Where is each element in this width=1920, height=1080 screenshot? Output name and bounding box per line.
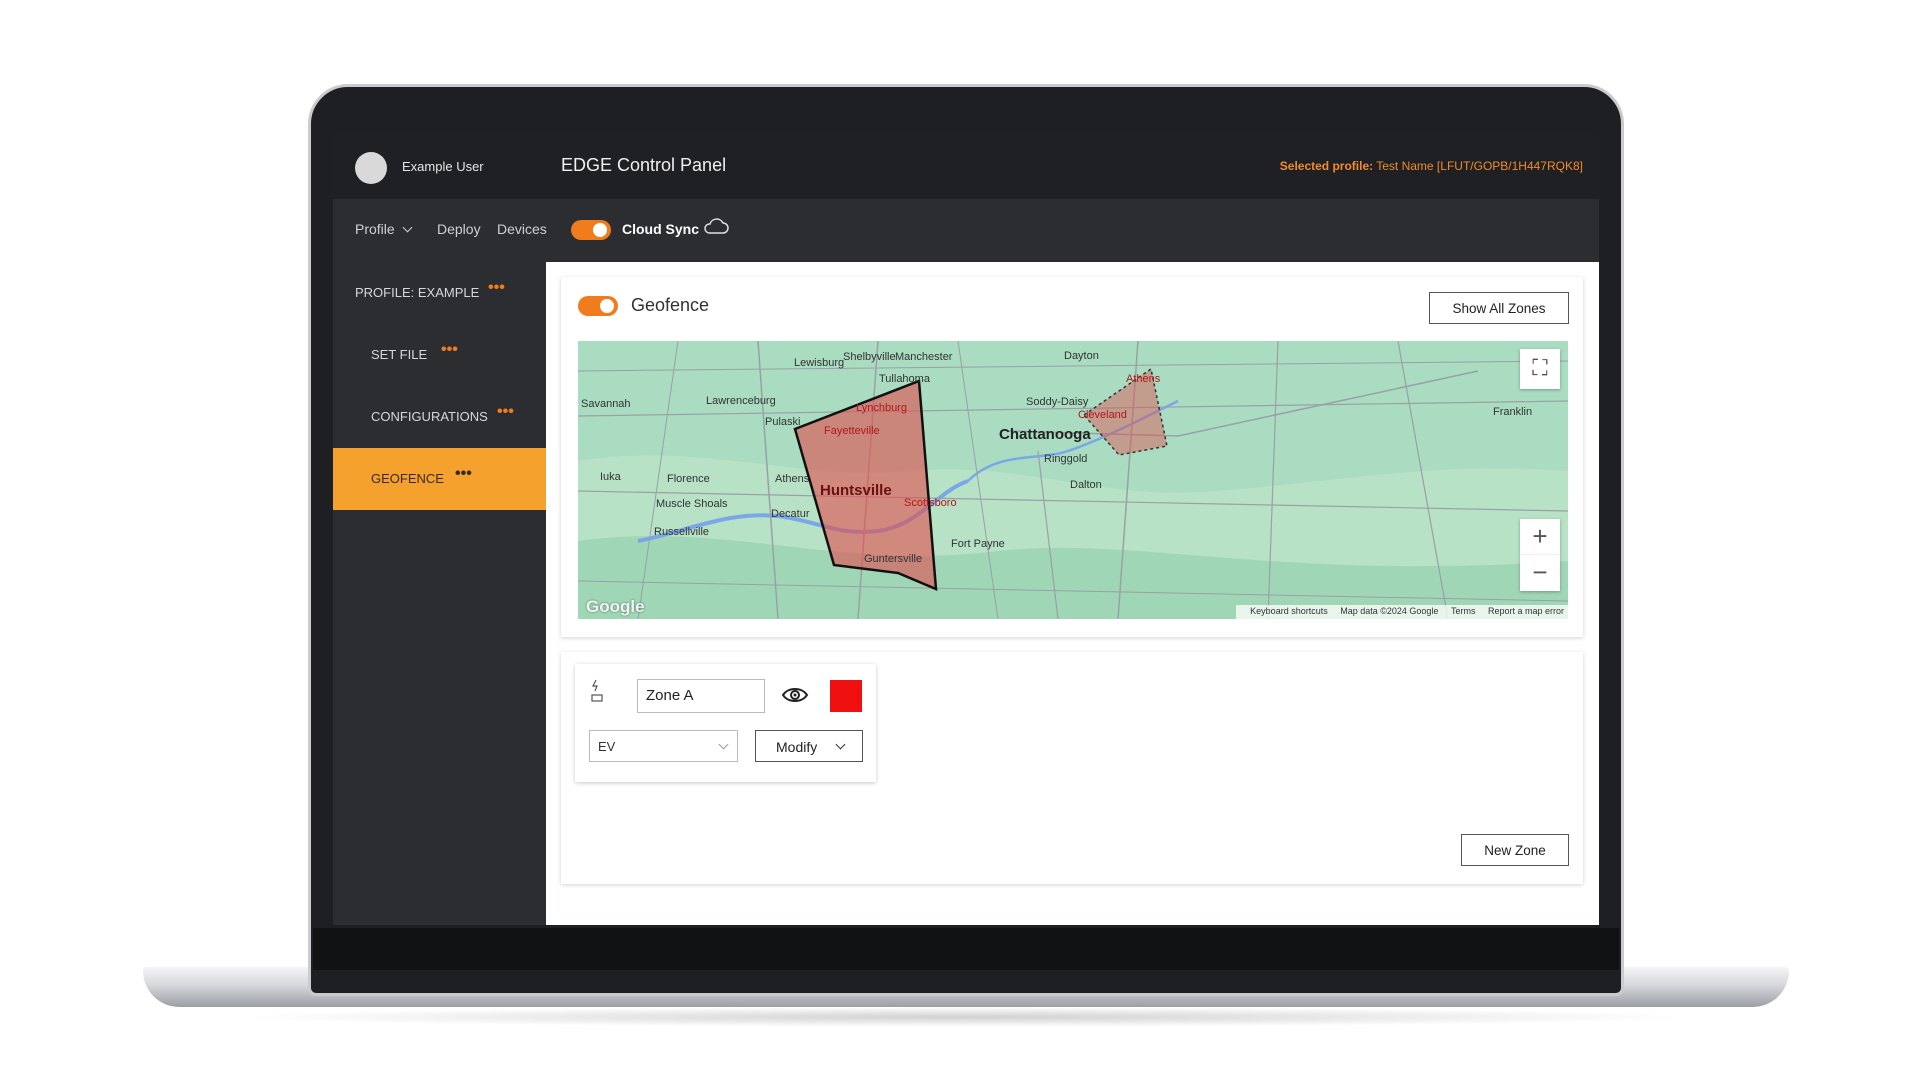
map-label: Florence xyxy=(667,473,710,485)
zone-type-select[interactable]: EV xyxy=(589,730,738,762)
nav-deploy[interactable]: Deploy xyxy=(437,221,481,237)
map-label: Ringgold xyxy=(1044,453,1088,465)
toggle-knob xyxy=(593,223,607,237)
modify-button[interactable]: Modify xyxy=(755,730,863,762)
map-label: Athens xyxy=(775,473,810,485)
map-label: Savannah xyxy=(581,398,631,410)
nav-devices[interactable]: Devices xyxy=(497,221,547,237)
map-label: Lawrenceburg xyxy=(706,395,776,407)
username: Example User xyxy=(402,159,484,174)
zone-item: Zone A EV Modify xyxy=(575,664,876,782)
nav-bar: Profile Deploy Devices Cloud Sync xyxy=(333,199,1599,262)
keyboard-shortcuts-link[interactable]: Keyboard shortcuts xyxy=(1250,606,1328,616)
chevron-down-icon xyxy=(402,222,413,233)
map-label: Decatur xyxy=(771,508,810,520)
map-label: Pulaski xyxy=(765,416,801,428)
map-label: Franklin xyxy=(1493,406,1533,418)
app-screen: Example User EDGE Control Panel Selected… xyxy=(333,133,1599,925)
top-bar: Example User EDGE Control Panel Selected… xyxy=(333,133,1599,199)
map-label: Lynchburg xyxy=(856,402,907,414)
new-zone-button[interactable]: New Zone xyxy=(1461,834,1569,866)
geofence-toggle[interactable] xyxy=(578,296,618,316)
more-icon[interactable]: ••• xyxy=(455,465,472,483)
map-label: Tullahoma xyxy=(879,373,930,385)
sidebar-item-label: CONFIGURATIONS xyxy=(371,409,488,424)
map-data-text: Map data ©2024 Google xyxy=(1340,606,1439,616)
zone-type-icon xyxy=(591,679,603,702)
map-label: Cleveland xyxy=(1078,409,1127,421)
cloud-sync-toggle[interactable] xyxy=(571,220,611,240)
map-label: Fort Payne xyxy=(951,538,1005,550)
more-icon[interactable]: ••• xyxy=(497,403,514,421)
map-label: Athens xyxy=(1126,373,1161,385)
nav-profile[interactable]: Profile xyxy=(355,221,413,237)
chevron-down-icon xyxy=(835,739,846,750)
more-icon[interactable]: ••• xyxy=(441,341,458,359)
sidebar-item-label: SET FILE xyxy=(371,347,428,362)
chevron-down-icon xyxy=(718,739,729,750)
map-label: Muscle Shoals xyxy=(656,498,728,510)
toggle-knob xyxy=(600,299,614,313)
sidebar-item-label: GEOFENCE xyxy=(371,471,444,486)
main-content: Geofence Show All Zones Lewisburg Shelby… xyxy=(546,262,1599,925)
page-title: EDGE Control Panel xyxy=(561,155,727,175)
laptop-bezel xyxy=(313,928,1619,970)
map-label: Guntersville xyxy=(864,553,923,565)
selected-profile-value: Test Name [LFUT/GOPB/1H447RQK8] xyxy=(1376,159,1583,173)
report-error-link[interactable]: Report a map error xyxy=(1488,606,1564,616)
map-label: Chattanooga xyxy=(999,426,1091,443)
nav-profile-label: Profile xyxy=(355,221,395,237)
fullscreen-icon[interactable]: ⛶ xyxy=(1520,349,1560,389)
zone-name-input[interactable]: Zone A xyxy=(637,679,765,713)
zoom-out-button[interactable]: − xyxy=(1520,555,1560,591)
map-label: Shelbyville xyxy=(843,351,896,363)
zoom-in-button[interactable]: + xyxy=(1520,519,1560,555)
map-label: Dalton xyxy=(1070,479,1102,491)
google-logo: Google xyxy=(586,597,645,616)
zone-type-value: EV xyxy=(598,739,616,754)
laptop-shadow xyxy=(230,1007,1700,1027)
map-label: Manchester xyxy=(895,351,953,363)
map-label: Dayton xyxy=(1064,350,1099,362)
show-all-zones-button[interactable]: Show All Zones xyxy=(1429,292,1569,324)
geofence-card: Geofence Show All Zones Lewisburg Shelby… xyxy=(561,277,1583,637)
geofence-title: Geofence xyxy=(631,295,710,315)
map-label: Lewisburg xyxy=(794,357,845,369)
terms-link[interactable]: Terms xyxy=(1451,606,1476,616)
eye-icon[interactable] xyxy=(781,686,809,704)
map-label: Soddy-Daisy xyxy=(1026,396,1089,408)
sidebar-item-set-file[interactable]: SET FILE ••• xyxy=(333,324,546,386)
map-label: Iuka xyxy=(600,471,621,483)
sidebar: PROFILE: EXAMPLE ••• SET FILE ••• CONFIG… xyxy=(333,262,546,925)
more-icon[interactable]: ••• xyxy=(488,279,505,297)
map-label: Huntsville xyxy=(820,482,892,499)
map-label: Scottsboro xyxy=(904,497,957,509)
avatar[interactable] xyxy=(355,152,387,184)
map-label: Russellville xyxy=(654,526,710,538)
sidebar-item-geofence[interactable]: GEOFENCE ••• xyxy=(333,448,546,510)
zones-card: Zone A EV Modify New Zone xyxy=(561,652,1583,884)
cloud-sync-label: Cloud Sync xyxy=(622,221,700,237)
modify-label: Modify xyxy=(776,739,818,755)
sidebar-item-configurations[interactable]: CONFIGURATIONS ••• xyxy=(333,386,546,448)
selected-profile-label: Selected profile: xyxy=(1279,159,1374,173)
map-label: Fayetteville xyxy=(824,425,880,437)
sidebar-item-profile[interactable]: PROFILE: EXAMPLE ••• xyxy=(333,262,546,324)
zone-color-swatch[interactable] xyxy=(830,680,862,712)
cloud-icon xyxy=(704,218,729,234)
map[interactable]: Lewisburg Shelbyville Manchester Tullaho… xyxy=(578,341,1568,619)
selected-profile: Selected profile: Test Name [LFUT/GOPB/1… xyxy=(1280,159,1583,173)
sidebar-item-label: PROFILE: EXAMPLE xyxy=(355,285,480,300)
map-footer: Keyboard shortcuts Map data ©2024 Google… xyxy=(1236,605,1568,619)
